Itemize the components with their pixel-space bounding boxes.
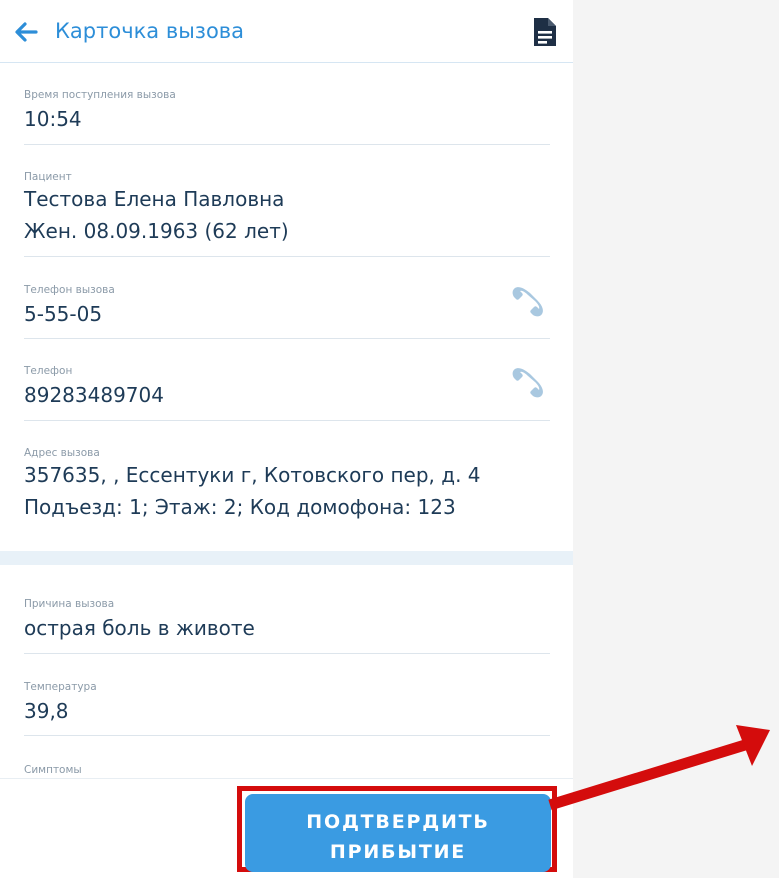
pointer-arrow-icon (548, 725, 770, 811)
temperature-field: Температура 39,8 (24, 681, 550, 736)
patient-field: Пациент Тестова Елена Павловна Жен. 08.0… (24, 171, 550, 257)
patient-name: Тестова Елена Павловна (24, 187, 285, 211)
call-phone-value: 5-55-05 (24, 302, 103, 326)
phone-field: Телефон 89283489704 (24, 365, 550, 421)
phone-value: 89283489704 (24, 383, 164, 407)
confirm-line-1: ПОДТВЕРДИТЬ (306, 811, 490, 833)
confirm-line-2: ПРИБЫТИЕ (329, 841, 467, 863)
document-icon[interactable] (530, 16, 560, 48)
call-phone-field: Телефон вызова 5-55-05 (24, 284, 550, 339)
app-header: Карточка вызова (0, 0, 573, 63)
symptoms-label: Симптомы (24, 764, 82, 776)
reason-label: Причина вызова (24, 598, 115, 610)
call-time-value: 10:54 (24, 107, 82, 131)
call-time-label: Время поступления вызова (24, 89, 176, 101)
temperature-label: Температура (24, 681, 97, 693)
address-label: Адрес вызова (24, 447, 100, 459)
call-time-field: Время поступления вызова 10:54 (24, 89, 550, 145)
address-field: Адрес вызова 357635, , Ессентуки г, Кото… (24, 447, 550, 527)
reason-field: Причина вызова острая боль в животе (24, 598, 550, 654)
temperature-value: 39,8 (24, 699, 69, 723)
confirm-arrival-button[interactable]: ПОДТВЕРДИТЬ ПРИБЫТИЕ (245, 794, 551, 872)
page-title: Карточка вызова (55, 19, 245, 43)
patient-details: Жен. 08.09.1963 (62 лет) (24, 219, 289, 243)
call-phone-label: Телефон вызова (24, 284, 115, 296)
phone-icon[interactable] (510, 284, 546, 320)
reason-value: острая боль в животе (24, 616, 255, 640)
patient-label: Пациент (24, 171, 72, 183)
phone-label: Телефон (24, 365, 73, 377)
section-divider (0, 551, 573, 565)
phone-icon[interactable] (510, 365, 546, 401)
back-arrow-icon[interactable] (10, 16, 42, 48)
address-line-1: 357635, , Ессентуки г, Котовского пер, д… (24, 463, 481, 487)
address-line-2: Подъезд: 1; Этаж: 2; Код домофона: 123 (24, 495, 456, 519)
call-card-screen: Карточка вызова Время поступления вызова… (0, 0, 573, 878)
footer-divider (0, 778, 573, 779)
